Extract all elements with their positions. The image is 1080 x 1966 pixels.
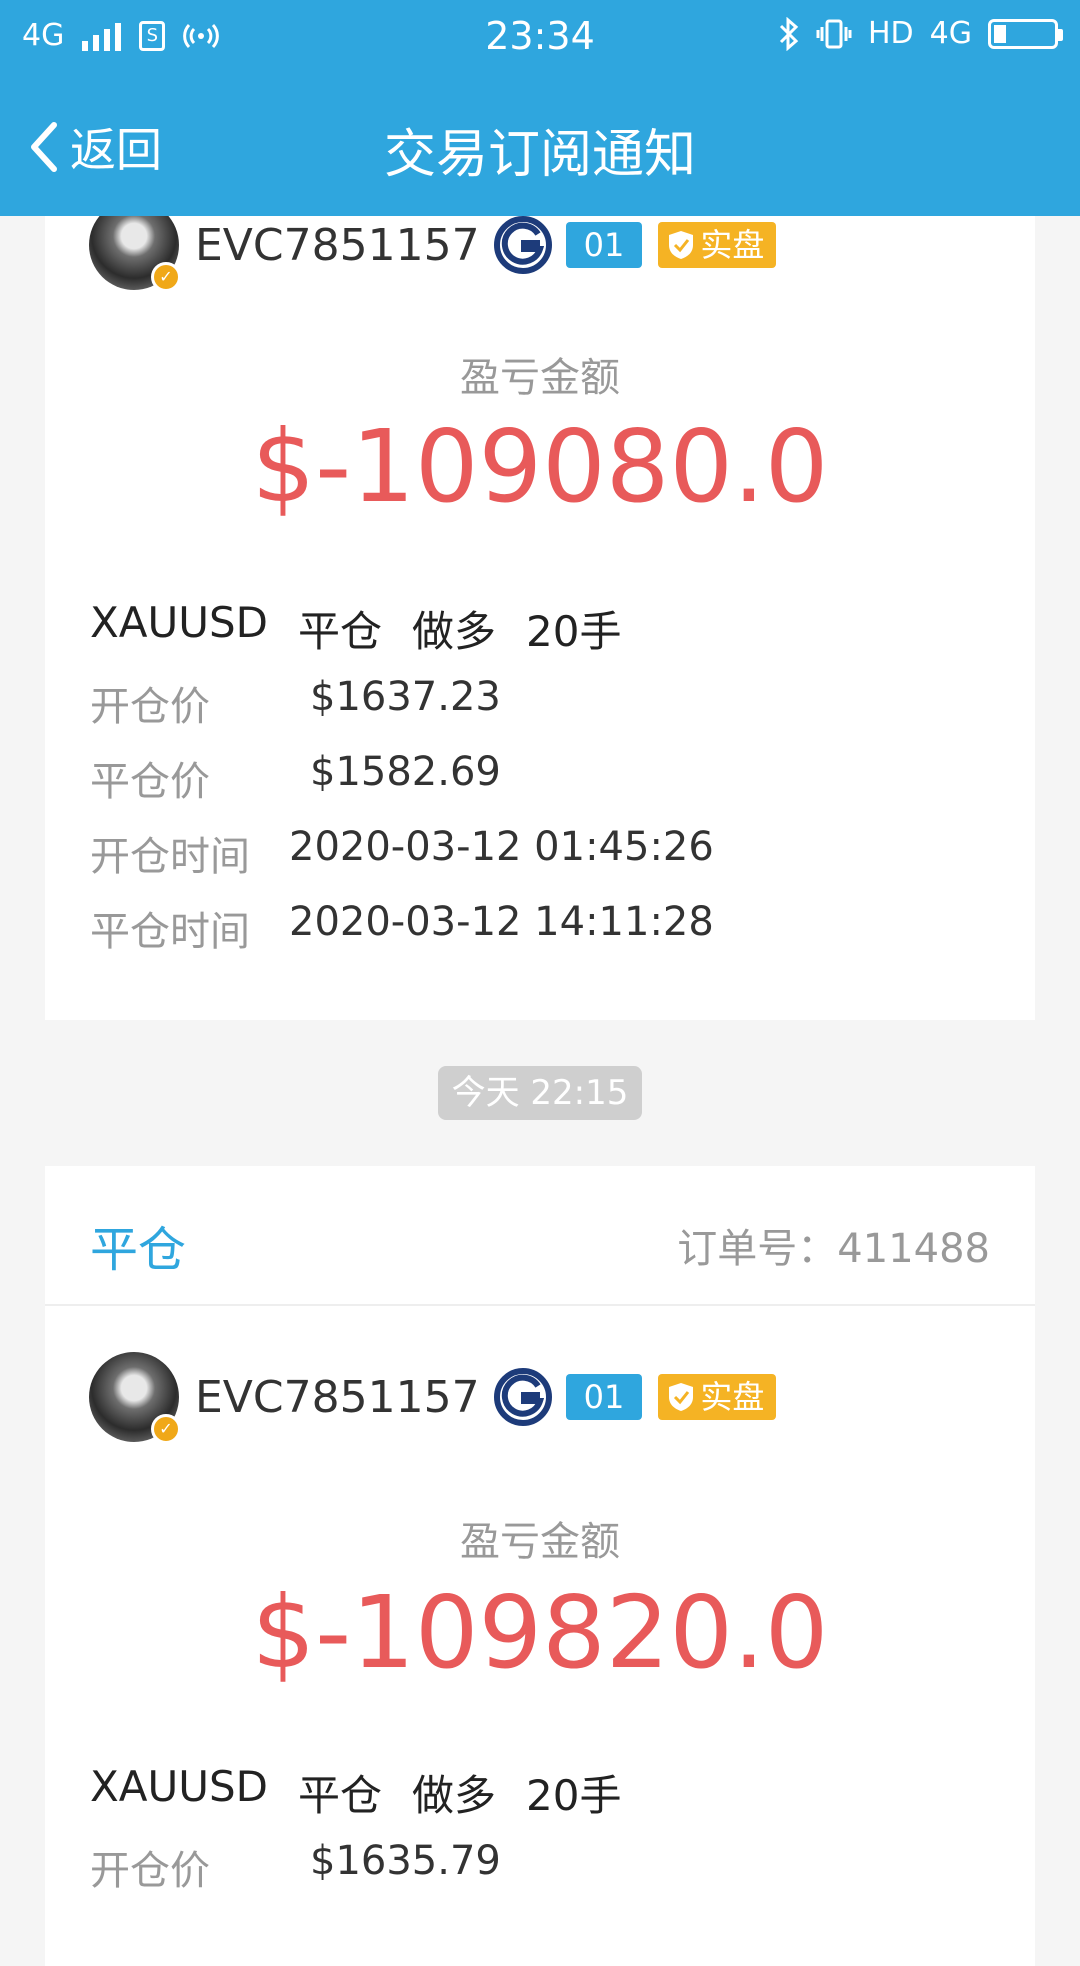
pl-label: 盈亏金额 (460, 355, 620, 401)
trade-summary: XAUUSD 平仓 做多 20手 (90, 1762, 621, 1823)
network-right-label: 4G (929, 16, 972, 51)
shield-check-icon (669, 1383, 694, 1411)
open-price-row: 开仓价 $1635.79 (90, 1838, 501, 1896)
vibrate-icon (816, 19, 852, 48)
open-price-label: 开仓价 (90, 1848, 210, 1894)
trade-card: ✓ EVC7851157 01 实盘 盈亏金额 $-109080.0 XAUUS… (45, 150, 1035, 1020)
username: EVC7851157 (195, 219, 480, 271)
real-account-label: 实盘 (700, 1378, 765, 1416)
avatar[interactable]: ✓ (89, 1352, 181, 1444)
broker-logo-icon (493, 1368, 552, 1426)
verified-icon: ✓ (151, 262, 181, 292)
trade-lots: 20手 (526, 607, 622, 656)
close-price-row: 平仓价 $1582.69 (90, 749, 501, 807)
app-header: 4G S 23:34 HD 4G 返回 交易订阅通知 (0, 0, 1080, 216)
symbol: XAUUSD (90, 1762, 268, 1811)
trade-action: 平仓 (298, 607, 383, 656)
pl-label: 盈亏金额 (460, 1519, 620, 1565)
broker-logo-icon (493, 216, 552, 274)
close-price-label: 平仓价 (90, 759, 210, 805)
shield-check-icon (669, 231, 694, 259)
nav-bar: 返回 交易订阅通知 (0, 90, 1080, 200)
pl-amount: $-109820.0 (251, 1574, 829, 1691)
level-badge: 01 (565, 222, 643, 268)
open-time-value: 2020-03-12 01:45:26 (289, 824, 714, 870)
hd-label: HD (867, 16, 914, 51)
close-time-value: 2020-03-12 14:11:28 (289, 899, 714, 945)
open-time-label: 开仓时间 (90, 834, 250, 880)
symbol: XAUUSD (90, 598, 268, 647)
open-price-label: 开仓价 (90, 684, 210, 730)
page-title: 交易订阅通知 (383, 125, 696, 185)
card-header: 平仓 订单号：411488 (45, 1166, 1035, 1306)
close-time-label: 平仓时间 (90, 909, 250, 955)
battery-icon (988, 18, 1063, 49)
trade-direction: 做多 (412, 1771, 497, 1820)
trade-type: 平仓 (90, 1222, 187, 1278)
real-account-badge: 实盘 (658, 1374, 777, 1420)
user-row: ✓ EVC7851157 01 实盘 (89, 1352, 777, 1444)
battery-fill (994, 24, 1006, 43)
trade-lots: 20手 (526, 1771, 622, 1820)
trade-summary: XAUUSD 平仓 做多 20手 (90, 598, 621, 659)
trade-card: 平仓 订单号：411488 ✓ EVC7851157 01 实盘 盈亏金额 $-… (45, 1166, 1035, 1966)
level-badge: 01 (565, 1374, 643, 1420)
status-bar: 4G S 23:34 HD 4G (0, 0, 1080, 80)
trade-action: 平仓 (298, 1771, 383, 1820)
open-price-value: $1637.23 (310, 674, 501, 720)
order-value: 411488 (837, 1226, 990, 1272)
bluetooth-icon (779, 16, 799, 51)
real-account-label: 实盘 (700, 226, 765, 264)
open-time-row: 开仓时间 2020-03-12 01:45:26 (90, 824, 714, 882)
order-label: 订单号： (677, 1226, 838, 1272)
close-time-row: 平仓时间 2020-03-12 14:11:28 (90, 899, 714, 957)
trade-direction: 做多 (412, 607, 497, 656)
verified-icon: ✓ (151, 1414, 181, 1444)
order-number: 订单号：411488 (677, 1216, 990, 1274)
username: EVC7851157 (195, 1371, 480, 1423)
status-right: HD 4G (778, 16, 1063, 51)
pl-amount: $-109080.0 (251, 408, 829, 525)
open-price-value: $1635.79 (310, 1838, 501, 1884)
open-price-row: 开仓价 $1637.23 (90, 674, 501, 732)
message-timestamp: 今天 22:15 (438, 1066, 642, 1120)
real-account-badge: 实盘 (658, 222, 777, 268)
close-price-value: $1582.69 (310, 749, 501, 795)
